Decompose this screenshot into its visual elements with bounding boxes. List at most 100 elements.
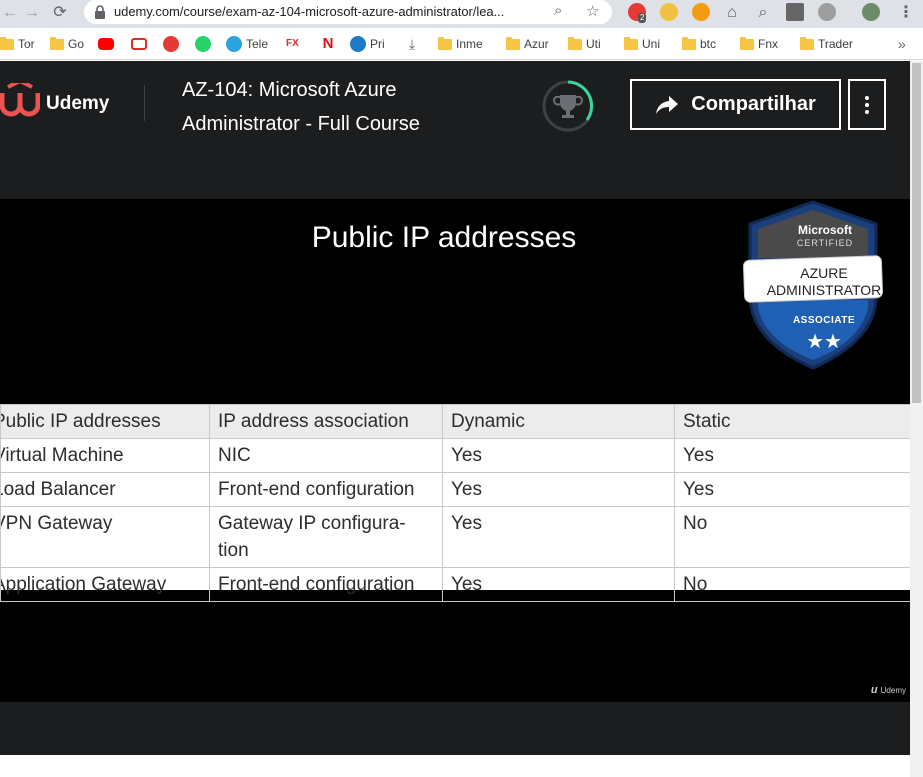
table-cell: Gateway IP configura-tion xyxy=(209,506,443,568)
kebab-dot xyxy=(865,102,869,107)
forward-icon[interactable]: → xyxy=(22,3,42,23)
header-divider xyxy=(144,85,145,121)
bookmark-tele[interactable]: Tele xyxy=(226,34,268,54)
column-header: Public IP addresses xyxy=(0,404,210,439)
podcast-icon xyxy=(163,36,179,52)
table-cell: Application Gateway xyxy=(0,567,210,602)
bookmark-simplefx[interactable]: FX xyxy=(286,34,302,54)
browser-toolbar: ← → ⟳ udemy.com/course/exam-az-104-micro… xyxy=(0,0,923,28)
table-cell: Front-end configuration xyxy=(209,567,443,602)
bookmark-star-icon[interactable]: ☆ xyxy=(586,2,599,20)
badge-line1: AZURE xyxy=(800,265,847,281)
extension-se-icon[interactable] xyxy=(786,3,804,21)
bookmark-fnx[interactable]: Fnx xyxy=(740,34,778,54)
table-cell: NIC xyxy=(209,438,443,473)
udemy-logo-icon[interactable] xyxy=(0,83,40,119)
udemy-watermark-icon: u xyxy=(870,684,878,696)
folder-icon xyxy=(682,36,696,50)
folder-icon xyxy=(0,36,14,50)
table-cell: Yes xyxy=(442,506,675,568)
extension-glasses-icon[interactable] xyxy=(660,3,678,21)
folder-icon xyxy=(800,36,814,50)
browser-menu-icon[interactable]: ⋮ xyxy=(896,3,916,23)
back-icon[interactable]: ← xyxy=(0,3,20,23)
table-cell: Yes xyxy=(674,438,911,473)
udemy-watermark: u Udemy xyxy=(871,684,906,696)
badge-line2: ADMINISTRATOR xyxy=(767,282,882,298)
extension-badge: 2 xyxy=(638,13,647,23)
udemy-logo-text[interactable]: Udemy xyxy=(46,93,109,115)
zoom-icon[interactable]: ⌕ xyxy=(554,2,562,19)
download-icon: ⤓ xyxy=(408,36,416,52)
column-header: Dynamic xyxy=(442,404,675,439)
telegram-icon xyxy=(226,36,242,52)
share-button[interactable]: Compartilhar xyxy=(630,79,841,130)
course-header: Udemy AZ-104: Microsoft Azure Administra… xyxy=(0,61,910,146)
page-bottom xyxy=(0,755,923,777)
kebab-dot xyxy=(865,109,869,114)
table-row: Virtual Machine NIC Yes Yes xyxy=(0,438,911,473)
folder-icon xyxy=(740,36,754,50)
bookmark-netflix[interactable]: N xyxy=(320,34,336,54)
bookmark-whatsapp[interactable] xyxy=(195,34,211,54)
bookmarks-bar: Tor Go Tele FX N Pri ⤓ Inme Azur Uti Uni… xyxy=(0,28,923,60)
badge-certified: CERTIFIED xyxy=(797,238,853,248)
column-header: IP address association xyxy=(209,404,443,439)
address-bar[interactable]: udemy.com/course/exam-az-104-microsoft-a… xyxy=(84,0,612,24)
bookmark-youtube[interactable] xyxy=(98,34,114,54)
bookmark-inme[interactable]: Inme xyxy=(438,34,483,54)
table-cell: Yes xyxy=(442,438,675,473)
bookmark-trader[interactable]: Trader xyxy=(800,34,853,54)
lock-icon xyxy=(95,5,105,19)
whatsapp-icon xyxy=(195,36,211,52)
bookmark-tor[interactable]: Tor xyxy=(0,34,35,54)
folder-icon xyxy=(568,36,582,50)
share-arrow-icon xyxy=(656,95,679,114)
extension-c-icon[interactable] xyxy=(692,3,710,21)
table-cell: Yes xyxy=(674,472,911,507)
badge-brand: Microsoft xyxy=(798,223,852,237)
page-scrollbar[interactable] xyxy=(910,61,923,777)
table-cell: No xyxy=(674,567,911,602)
bookmark-go[interactable]: Go xyxy=(50,34,84,54)
table-cell: Load Balancer xyxy=(0,472,210,507)
extension-opera-icon[interactable]: 2 xyxy=(628,3,647,23)
bookmarks-overflow-button[interactable]: » xyxy=(898,34,906,54)
azure-administrator-badge: Microsoft CERTIFIED AZURE ADMINISTRATOR … xyxy=(743,200,883,370)
table-row: Application Gateway Front-end configurat… xyxy=(0,567,911,602)
badge-level: ASSOCIATE xyxy=(793,315,855,326)
gmail-icon xyxy=(131,38,147,50)
bookmark-azur[interactable]: Azur xyxy=(506,34,549,54)
video-frame[interactable]: Public IP addresses Microsoft CERTIFIED … xyxy=(0,199,911,702)
folder-icon xyxy=(50,36,64,50)
table-header-row: Public IP addresses IP address associati… xyxy=(0,404,911,439)
bookmark-uti[interactable]: Uti xyxy=(568,34,601,54)
badge-stars-icon: ★★ xyxy=(806,329,842,353)
reload-icon[interactable]: ⟳ xyxy=(50,3,70,23)
table-cell: No xyxy=(674,506,911,568)
bookmark-uni[interactable]: Uni xyxy=(624,34,660,54)
more-options-button[interactable] xyxy=(848,79,886,130)
scrollbar-thumb[interactable] xyxy=(912,63,921,403)
course-title[interactable]: AZ-104: Microsoft Azure Administrator - … xyxy=(182,73,482,141)
home-icon[interactable]: ⌂ xyxy=(722,3,742,23)
column-header: Static xyxy=(674,404,911,439)
url-text: udemy.com/course/exam-az-104-microsoft-a… xyxy=(114,4,505,19)
watermark-text: Udemy xyxy=(880,685,906,695)
bookmark-download[interactable]: ⤓ xyxy=(404,34,420,54)
bookmark-podcast[interactable] xyxy=(163,34,179,54)
folder-icon xyxy=(506,36,520,50)
search-icon[interactable]: ⌕ xyxy=(753,3,773,23)
bookmark-btc[interactable]: btc xyxy=(682,34,716,54)
bookmark-gmail[interactable] xyxy=(131,34,147,54)
folder-icon xyxy=(624,36,638,50)
folder-icon xyxy=(438,36,452,50)
bookmark-pri[interactable]: Pri xyxy=(350,34,385,54)
progress-trophy-button[interactable] xyxy=(541,79,595,133)
extension-bolt-icon[interactable] xyxy=(818,3,836,21)
table-cell: Yes xyxy=(442,567,675,602)
trophy-icon xyxy=(553,95,583,118)
primevideo-icon xyxy=(350,36,366,52)
profile-avatar[interactable] xyxy=(862,3,880,21)
table-cell: Yes xyxy=(442,472,675,507)
